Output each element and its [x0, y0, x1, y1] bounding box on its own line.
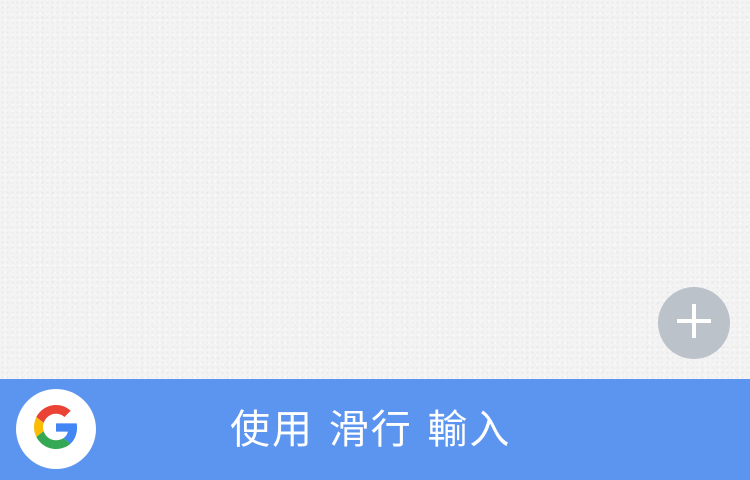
keyboard-canvas[interactable] — [0, 0, 750, 379]
add-button[interactable] — [658, 287, 730, 359]
google-button[interactable] — [16, 389, 96, 469]
glide-typing-label: 使用 滑行 輸入 — [230, 407, 512, 453]
glide-typing-bar[interactable]: 使用 滑行 輸入 — [0, 379, 750, 480]
plus-icon — [675, 302, 713, 344]
google-g-icon — [34, 405, 78, 453]
